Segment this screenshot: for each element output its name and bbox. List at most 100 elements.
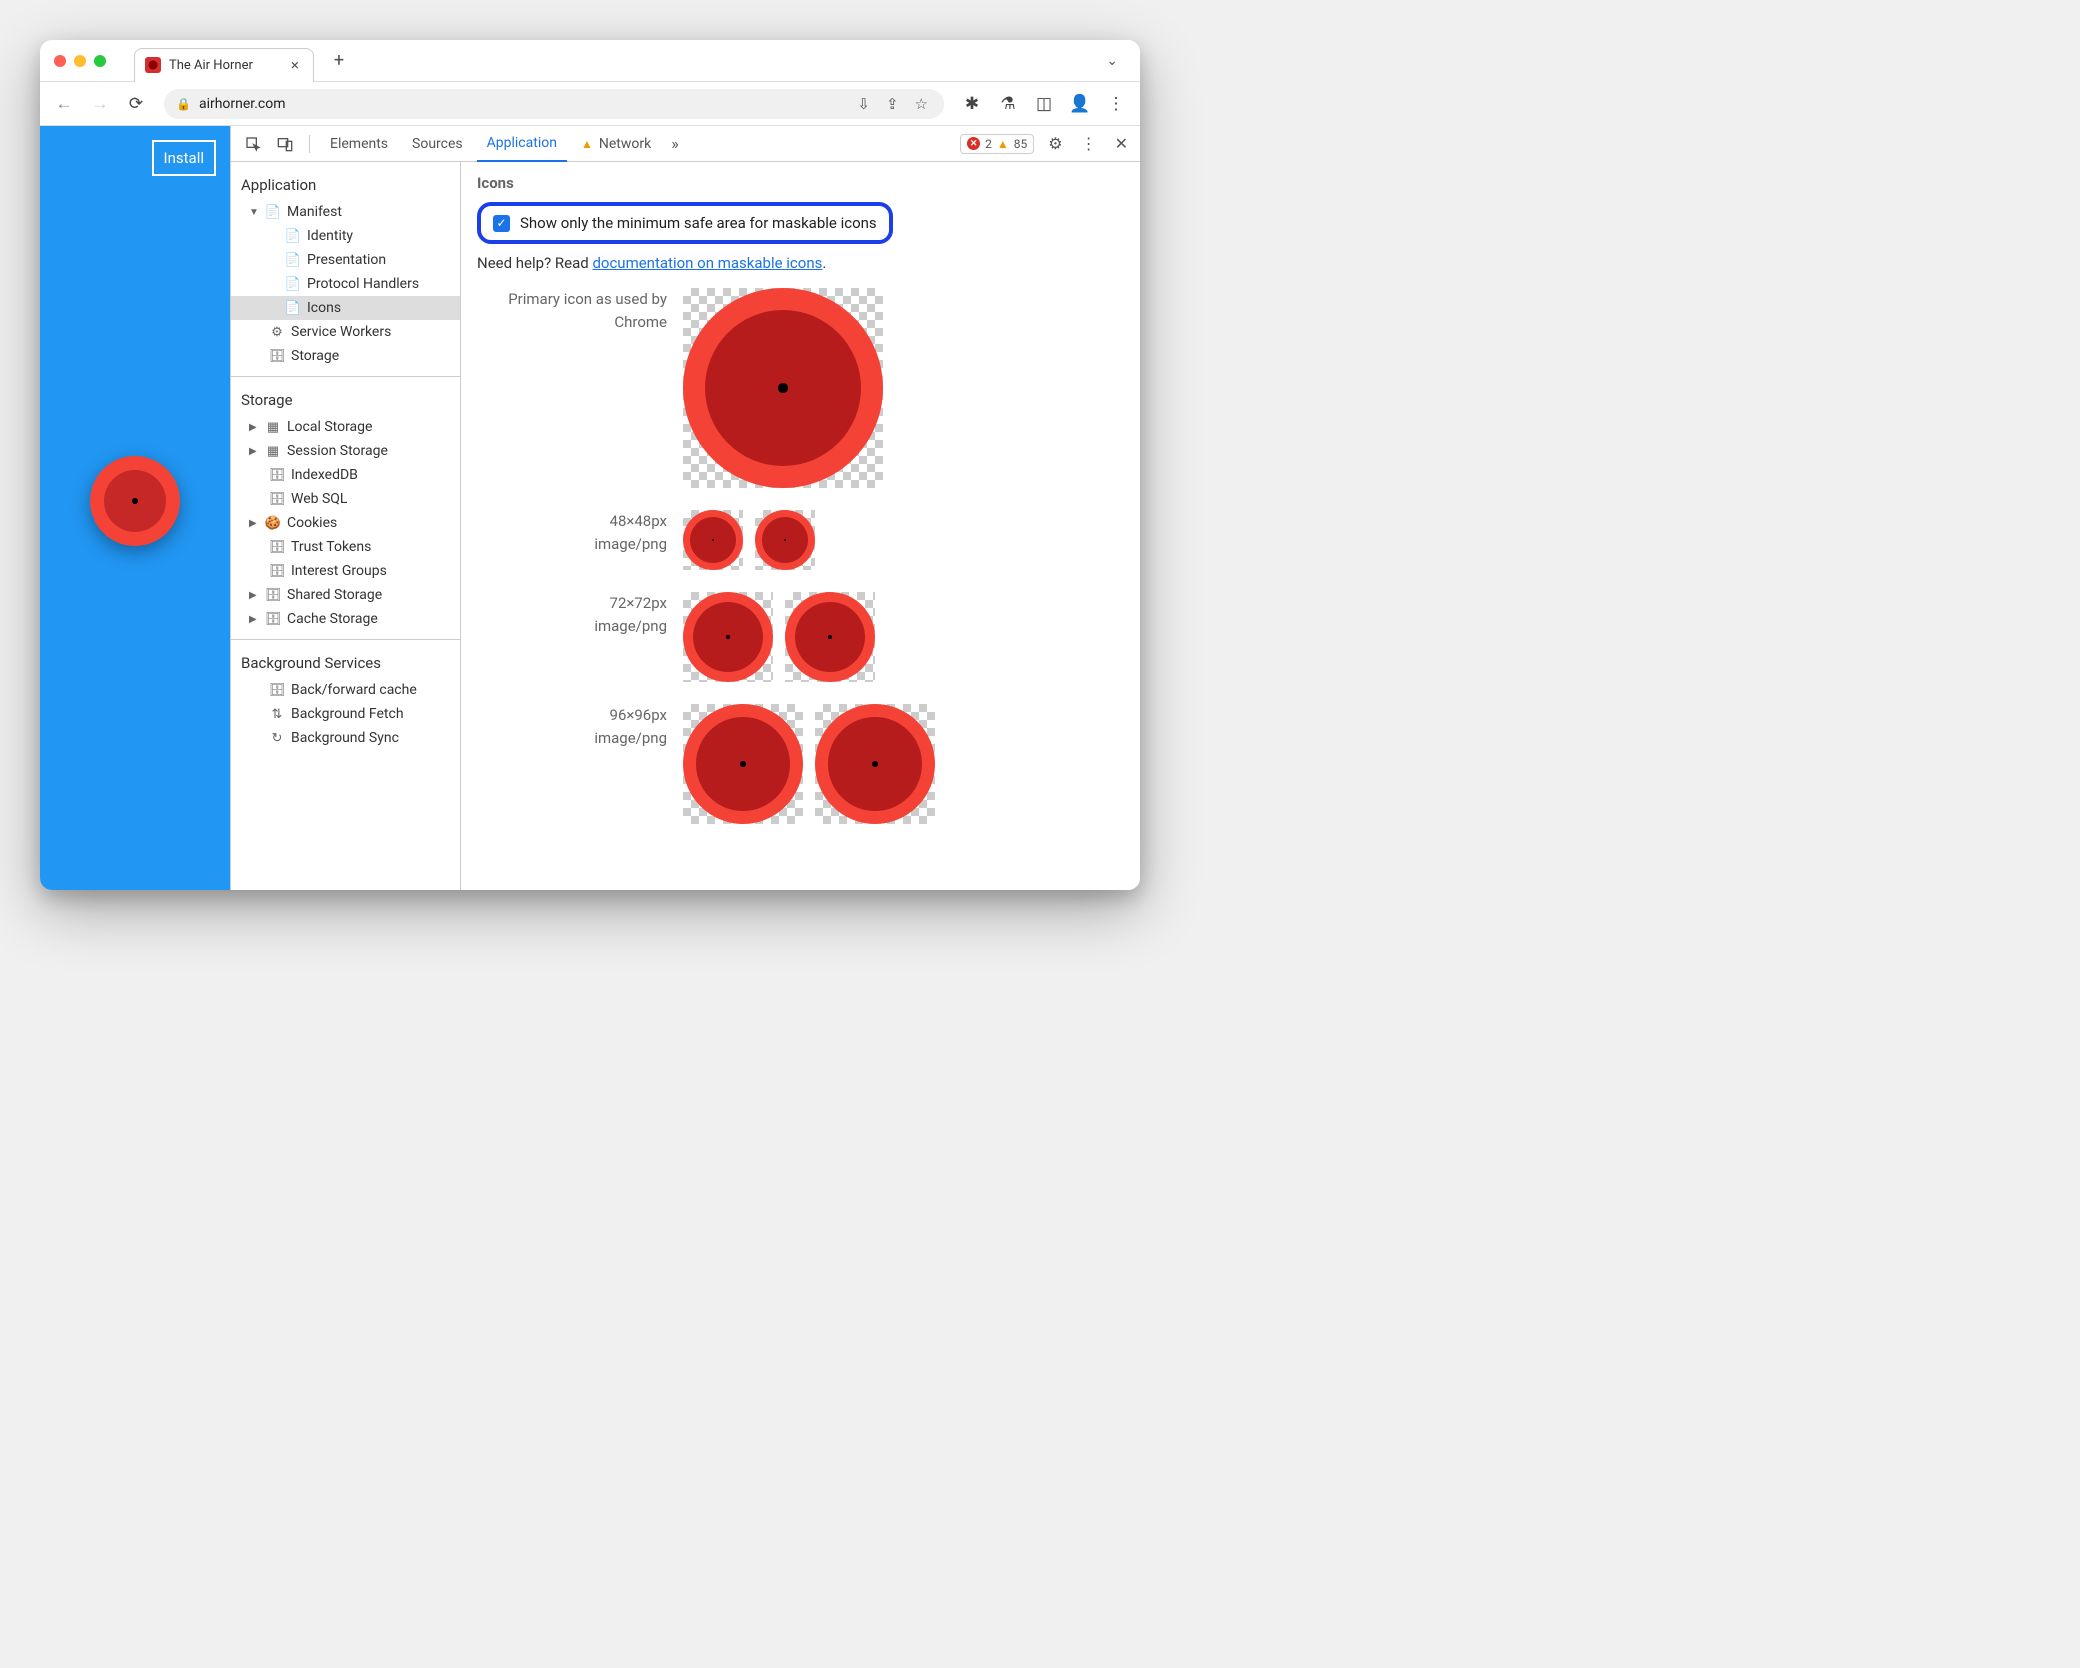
file-icon: 📄 bbox=[285, 300, 301, 316]
database-icon: 🗄 bbox=[265, 587, 281, 603]
application-sidebar: Application ▼📄Manifest 📄Identity 📄Presen… bbox=[231, 162, 461, 890]
new-tab-button[interactable]: + bbox=[334, 50, 344, 71]
sidebar-item-interest-groups[interactable]: 🗄Interest Groups bbox=[231, 559, 460, 583]
devtools-menu-icon[interactable]: ⋮ bbox=[1077, 134, 1101, 153]
sidebar-item-service-workers[interactable]: ⚙Service Workers bbox=[231, 320, 460, 344]
icon-row-72: 72×72px image/png bbox=[477, 592, 1124, 682]
share-icon[interactable]: ⇪ bbox=[882, 95, 903, 113]
table-icon: ▦ bbox=[265, 443, 281, 459]
icon-preview bbox=[683, 704, 803, 824]
install-pwa-icon[interactable]: ⇩ bbox=[853, 95, 874, 113]
icon-row-label: 48×48px image/png bbox=[477, 510, 667, 555]
cookie-icon: 🍪 bbox=[265, 515, 281, 531]
window-controls bbox=[54, 55, 106, 67]
sidebar-item-protocol-handlers[interactable]: 📄Protocol Handlers bbox=[231, 272, 460, 296]
address-bar[interactable]: 🔒 airhorner.com ⇩ ⇪ ☆ bbox=[164, 89, 944, 119]
sidebar-item-manifest[interactable]: ▼📄Manifest bbox=[231, 200, 460, 224]
profile-icon[interactable]: 👤 bbox=[1066, 90, 1094, 118]
maskable-checkbox-row[interactable]: ✓ Show only the minimum safe area for ma… bbox=[477, 202, 893, 244]
url-text: airhorner.com bbox=[199, 96, 845, 112]
icon-preview bbox=[683, 592, 773, 682]
tabs-dropdown-icon[interactable]: ⌄ bbox=[1106, 53, 1118, 69]
file-icon: 📄 bbox=[285, 228, 301, 244]
gear-icon: ⚙ bbox=[269, 324, 285, 340]
sidebar-item-identity[interactable]: 📄Identity bbox=[231, 224, 460, 248]
icon-row-label: 96×96px image/png bbox=[477, 704, 667, 749]
file-icon: 📄 bbox=[265, 204, 281, 220]
close-tab-icon[interactable]: × bbox=[291, 56, 299, 74]
sidebar-item-bf-cache[interactable]: 🗄Back/forward cache bbox=[231, 678, 460, 702]
sidebar-item-bg-sync[interactable]: ↻Background Sync bbox=[231, 726, 460, 750]
icon-row-label: Primary icon as used by Chrome bbox=[477, 288, 667, 333]
reload-button[interactable]: ⟳ bbox=[122, 90, 150, 118]
extensions-icon[interactable]: ✱ bbox=[958, 90, 986, 118]
database-icon: 🗄 bbox=[269, 491, 285, 507]
bookmark-icon[interactable]: ☆ bbox=[911, 95, 932, 113]
menu-icon[interactable]: ⋮ bbox=[1102, 90, 1130, 118]
devtools-body: Application ▼📄Manifest 📄Identity 📄Presen… bbox=[231, 162, 1140, 890]
database-icon: 🗄 bbox=[269, 467, 285, 483]
sidebar-item-shared-storage[interactable]: ▶🗄Shared Storage bbox=[231, 583, 460, 607]
sidebar-item-session-storage[interactable]: ▶▦Session Storage bbox=[231, 439, 460, 463]
more-tabs-icon[interactable]: » bbox=[665, 134, 685, 153]
minimize-window-icon[interactable] bbox=[74, 55, 86, 67]
icon-row-96: 96×96px image/png bbox=[477, 704, 1124, 824]
sidebar-section-application: Application bbox=[231, 170, 460, 200]
icon-preview bbox=[755, 510, 815, 570]
tab-application[interactable]: Application bbox=[477, 126, 567, 162]
maximize-window-icon[interactable] bbox=[94, 55, 106, 67]
tab-title: The Air Horner bbox=[169, 58, 253, 73]
sidebar-item-icons[interactable]: 📄Icons bbox=[231, 296, 460, 320]
browser-tab[interactable]: The Air Horner × bbox=[134, 48, 314, 82]
sidebar-item-websql[interactable]: 🗄Web SQL bbox=[231, 487, 460, 511]
icon-preview bbox=[683, 288, 883, 488]
side-panel-icon[interactable]: ◫ bbox=[1030, 90, 1058, 118]
labs-icon[interactable]: ⚗ bbox=[994, 90, 1022, 118]
database-icon: 🗄 bbox=[269, 539, 285, 555]
database-icon: 🗄 bbox=[269, 563, 285, 579]
sidebar-item-trust-tokens[interactable]: 🗄Trust Tokens bbox=[231, 535, 460, 559]
icon-row-primary: Primary icon as used by Chrome bbox=[477, 288, 1124, 488]
sidebar-item-local-storage[interactable]: ▶▦Local Storage bbox=[231, 415, 460, 439]
database-icon: 🗄 bbox=[269, 682, 285, 698]
forward-button[interactable]: → bbox=[86, 90, 114, 118]
titlebar: The Air Horner × + ⌄ bbox=[40, 40, 1140, 82]
inspect-element-icon[interactable] bbox=[239, 130, 267, 158]
sidebar-item-indexeddb[interactable]: 🗄IndexedDB bbox=[231, 463, 460, 487]
file-icon: 📄 bbox=[285, 276, 301, 292]
tab-sources[interactable]: Sources bbox=[402, 126, 473, 162]
help-text: Need help? Read documentation on maskabl… bbox=[477, 254, 1124, 272]
settings-icon[interactable]: ⚙ bbox=[1044, 134, 1066, 153]
icon-preview bbox=[683, 510, 743, 570]
database-icon: 🗄 bbox=[269, 348, 285, 364]
close-window-icon[interactable] bbox=[54, 55, 66, 67]
tab-elements[interactable]: Elements bbox=[320, 126, 398, 162]
close-devtools-icon[interactable]: ✕ bbox=[1111, 134, 1132, 153]
checkbox-checked-icon[interactable]: ✓ bbox=[493, 215, 510, 232]
rendered-page: Install bbox=[40, 126, 230, 890]
help-link[interactable]: documentation on maskable icons bbox=[592, 254, 822, 272]
sidebar-item-cookies[interactable]: ▶🍪Cookies bbox=[231, 511, 460, 535]
sidebar-section-background: Background Services bbox=[231, 648, 460, 678]
section-title: Icons bbox=[477, 174, 1124, 192]
airhorn-button[interactable] bbox=[90, 456, 180, 546]
icon-row-label: 72×72px image/png bbox=[477, 592, 667, 637]
device-toolbar-icon[interactable] bbox=[271, 130, 299, 158]
content-area: Install Elements Sources Application ▲Ne… bbox=[40, 126, 1140, 890]
table-icon: ▦ bbox=[265, 419, 281, 435]
warning-icon: ▲ bbox=[997, 137, 1009, 151]
issues-badge[interactable]: ✕2 ▲85 bbox=[960, 134, 1034, 154]
sidebar-item-cache-storage[interactable]: ▶🗄Cache Storage bbox=[231, 607, 460, 631]
devtools-panel: Elements Sources Application ▲Network » … bbox=[230, 126, 1140, 890]
lock-icon[interactable]: 🔒 bbox=[176, 97, 191, 111]
icon-preview bbox=[785, 592, 875, 682]
install-button[interactable]: Install bbox=[152, 140, 216, 176]
warning-icon: ▲ bbox=[581, 137, 593, 151]
sidebar-item-bg-fetch[interactable]: ⇅Background Fetch bbox=[231, 702, 460, 726]
sidebar-item-storage[interactable]: 🗄Storage bbox=[231, 344, 460, 368]
tab-network[interactable]: ▲Network bbox=[571, 126, 661, 162]
favicon-icon bbox=[145, 57, 161, 73]
sidebar-item-presentation[interactable]: 📄Presentation bbox=[231, 248, 460, 272]
checkbox-label: Show only the minimum safe area for mask… bbox=[520, 214, 877, 232]
back-button[interactable]: ← bbox=[50, 90, 78, 118]
